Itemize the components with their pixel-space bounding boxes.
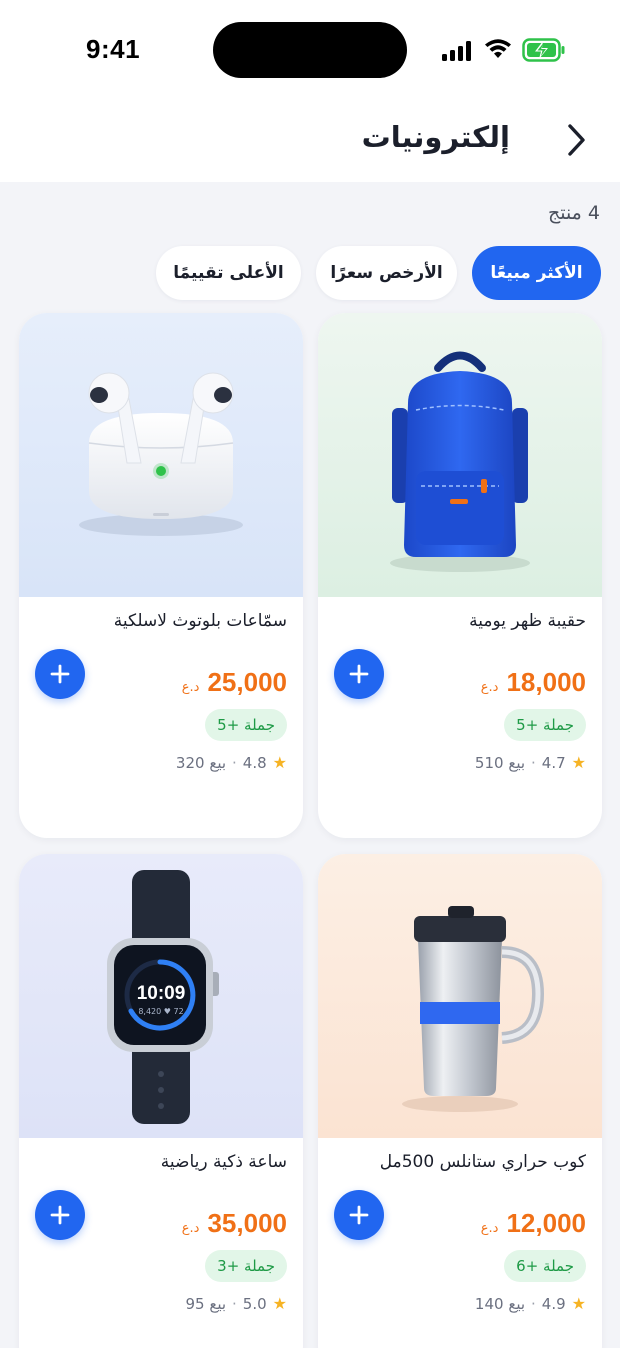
back-button[interactable] [556,120,596,160]
add-to-cart-button[interactable] [334,649,384,699]
price-currency: د.ع [181,680,200,695]
separator-dot: · [531,753,536,772]
product-card[interactable]: كوب حراري ستانلس 500مل 12,000 د.ع جملة +6… [318,854,602,1348]
separator-dot: · [531,1294,536,1313]
star-icon: ★ [571,753,586,772]
price-value: 12,000 [506,1208,586,1238]
backpack-image [318,313,602,597]
product-meta: ★ 4.8 · بيع 320 [176,753,287,772]
filter-label: الأكثر مبيعًا [490,263,583,283]
star-icon: ★ [272,1294,287,1313]
product-price: 12,000 د.ع [481,1208,586,1239]
rating-value: 4.7 [541,753,566,772]
signal-icon [442,41,471,61]
status-bar: 9:41 [0,0,620,100]
plus-icon [50,664,70,684]
earbuds-image [19,313,303,597]
star-icon: ★ [571,1294,586,1313]
product-price: 25,000 د.ع [182,667,287,698]
sold-count: بيع 320 [175,753,227,772]
bulk-badge: جملة +3 [205,1250,287,1282]
product-meta: ★ 5.0 · بيع 95 [185,1294,287,1313]
add-to-cart-button[interactable] [35,1190,85,1240]
watch-face-time: 10:09 [136,983,186,1004]
price-value: 25,000 [207,667,287,697]
rating-value: 5.0 [242,1294,267,1313]
sold-count: بيع 140 [474,1294,526,1313]
rating-value: 4.8 [242,753,267,772]
thermal-mug-image [318,854,602,1138]
sold-count: بيع 95 [185,1294,227,1313]
filter-label: الأعلى تقييمًا [173,263,284,283]
product-meta: ★ 4.7 · بيع 510 [475,753,586,772]
rating-value: 4.9 [541,1294,566,1313]
plus-icon [50,1205,70,1225]
price-currency: د.ع [480,680,499,695]
bulk-badge: جملة +6 [504,1250,586,1282]
product-name: سمّاعات بلوتوث لاسلكية [113,611,287,631]
status-time: 9:41 [86,34,141,64]
price-currency: د.ع [181,1221,200,1236]
product-price: 18,000 د.ع [481,667,586,698]
dynamic-island [213,22,407,78]
product-name: ساعة ذكية رياضية [160,1152,287,1172]
product-meta: ★ 4.9 · بيع 140 [475,1294,586,1313]
product-name: كوب حراري ستانلس 500مل [379,1152,586,1172]
app-header: إلكترونيات [0,100,620,182]
wifi-icon [485,39,511,58]
bulk-badge: جملة +5 [504,709,586,741]
page-title: إلكترونيات [361,120,510,154]
filter-label: الأرخص سعرًا [330,263,443,283]
product-name: حقيبة ظهر يومية [469,611,586,631]
add-to-cart-button[interactable] [35,649,85,699]
separator-dot: · [232,1294,237,1313]
bulk-badge: جملة +5 [205,709,287,741]
filter-best-selling[interactable]: الأكثر مبيعًا [472,246,601,300]
price-value: 35,000 [207,1208,287,1238]
filter-top-rated[interactable]: الأعلى تقييمًا [156,246,301,300]
price-value: 18,000 [506,667,586,697]
separator-dot: · [232,753,237,772]
watch-face-stats: 8,420 ♥ 72 [138,1007,184,1016]
star-icon: ★ [272,753,287,772]
sold-count: بيع 510 [474,753,526,772]
product-price: 35,000 د.ع [182,1208,287,1239]
plus-icon [349,664,369,684]
battery-charging-icon [522,38,565,62]
product-count: 4 منتج [547,202,600,224]
filter-cheapest[interactable]: الأرخص سعرًا [316,246,457,300]
product-card[interactable]: حقيبة ظهر يومية 18,000 د.ع جملة +5 ★ 4.7 … [318,313,602,838]
product-card[interactable]: 10:09 8,420 ♥ 72 ساعة ذكية رياضية 35,000… [19,854,303,1348]
price-currency: د.ع [480,1221,499,1236]
product-card[interactable]: سمّاعات بلوتوث لاسلكية 25,000 د.ع جملة +5… [19,313,303,838]
add-to-cart-button[interactable] [334,1190,384,1240]
chevron-right-icon [568,124,585,156]
plus-icon [349,1205,369,1225]
